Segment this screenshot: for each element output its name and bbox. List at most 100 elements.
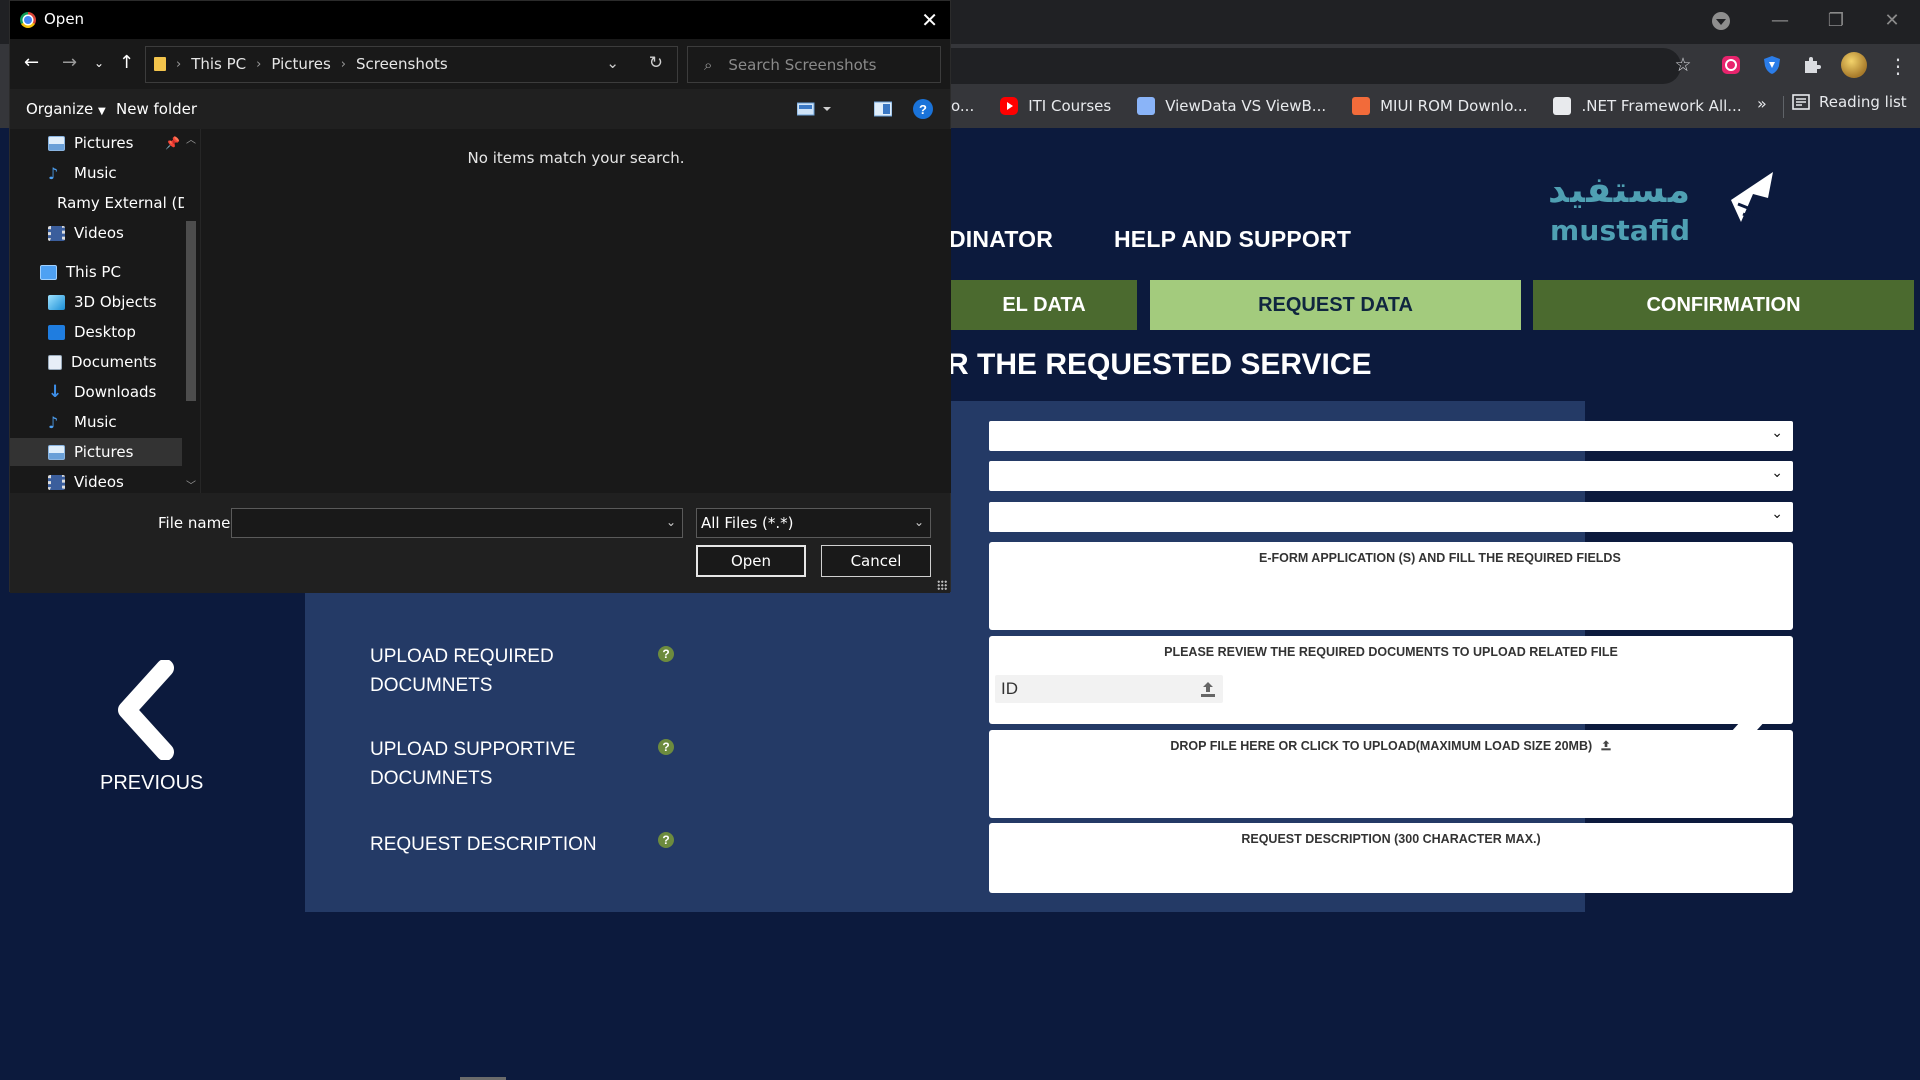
bookmark-item[interactable]: .NET Framework All... (1553, 97, 1742, 115)
tree-scrollbar[interactable]: ︿ ﹀ (184, 129, 200, 493)
nav-coordinator[interactable]: DINATOR (949, 226, 1053, 253)
bookmark-item[interactable]: ViewData VS ViewB... (1137, 97, 1326, 115)
tab-search-icon[interactable] (1712, 12, 1730, 30)
pin-icon[interactable]: 📌 (165, 136, 180, 150)
tree-item-external-drive[interactable]: Ramy External (D (10, 189, 189, 217)
service-select-2[interactable]: ⌄ (989, 461, 1793, 491)
service-select-1[interactable]: ⌄ (989, 421, 1793, 451)
tree-item-downloads[interactable]: ↓ Downloads (10, 378, 182, 406)
file-name-label: File name: (158, 514, 236, 532)
extension-screen-recorder-icon[interactable] (1720, 54, 1742, 76)
recent-locations-chevron-icon[interactable]: ⌄ (94, 56, 104, 70)
step-confirmation[interactable]: CONFIRMATION (1533, 280, 1914, 330)
chevron-down-icon: ⌄ (1771, 425, 1783, 441)
bookmark-item[interactable]: o... (951, 97, 974, 115)
upload-id-chip[interactable]: ID (995, 675, 1223, 703)
address-dropdown-chevron-icon[interactable]: ⌄ (606, 54, 619, 72)
dialog-help-icon[interactable]: ? (913, 99, 933, 119)
extension-shield-icon[interactable] (1761, 54, 1783, 76)
eform-box[interactable]: E-FORM APPLICATION (S) AND FILL THE REQU… (989, 542, 1793, 630)
previous-button[interactable]: PREVIOUS (100, 772, 203, 795)
filter-value: All Files (*.*) (701, 514, 794, 532)
crumb-this-pc[interactable]: This PC (191, 55, 246, 73)
bookmark-item[interactable]: ITI Courses (1000, 97, 1111, 115)
upload-supportive-caption: DROP FILE HERE OR CLICK TO UPLOAD(MAXIMU… (989, 739, 1793, 753)
next-arrow-icon[interactable] (1705, 660, 1785, 760)
file-list[interactable]: No items match your search. (200, 129, 951, 493)
request-description-placeholder: REQUEST DESCRIPTION (300 CHARACTER MAX.) (1241, 832, 1541, 846)
bookmarks-bar: o... ITI Courses ViewData VS ViewB... MI… (951, 90, 1742, 122)
restore-button[interactable]: ❐ (1808, 0, 1864, 40)
crumb-pictures[interactable]: Pictures (271, 55, 330, 73)
chevron-down-icon[interactable]: ⌄ (666, 515, 676, 529)
tree-label: Desktop (74, 323, 136, 341)
tree-item-3d-objects[interactable]: 3D Objects (10, 288, 182, 316)
scroll-thumb[interactable] (186, 221, 196, 401)
bookmark-star-icon[interactable]: ☆ (1672, 54, 1694, 76)
change-view-icon[interactable] (796, 101, 833, 121)
browser-menu-icon[interactable]: ⋮ (1888, 54, 1908, 78)
up-arrow-icon[interactable]: ↑ (119, 52, 134, 73)
dialog-search-box[interactable]: ⌕ (687, 46, 941, 83)
address-bar[interactable] (951, 48, 1681, 84)
crumb-screenshots[interactable]: Screenshots (356, 55, 448, 73)
step-request-data[interactable]: REQUEST DATA (1150, 280, 1521, 330)
request-description-textarea[interactable]: REQUEST DESCRIPTION (300 CHARACTER MAX.) (989, 823, 1793, 893)
tree-item-this-pc[interactable]: This PC (10, 258, 182, 286)
close-icon[interactable]: ✕ (921, 8, 938, 32)
reading-list-button[interactable]: Reading list (1792, 93, 1907, 111)
tree-item-documents[interactable]: Documents (10, 348, 182, 376)
crumb-separator: › (256, 56, 262, 72)
scroll-down-icon[interactable]: ﹀ (186, 477, 196, 492)
resize-grip-icon[interactable] (937, 580, 947, 590)
tree-label: Documents (71, 353, 157, 371)
mustafid-logo: مستفيد mustafid (1548, 164, 1808, 248)
downloads-icon: ↓ (48, 381, 63, 402)
new-folder-button[interactable]: New folder (116, 100, 197, 118)
tree-item-pictures-selected[interactable]: Pictures (10, 438, 182, 466)
tree-item-desktop[interactable]: Desktop (10, 318, 182, 346)
forward-arrow-icon[interactable]: → (62, 52, 77, 73)
search-icon: ⌕ (704, 55, 713, 74)
nav-help-and-support[interactable]: HELP AND SUPPORT (1114, 226, 1351, 253)
help-icon[interactable]: ? (658, 832, 674, 848)
chip-label: ID (1001, 679, 1018, 698)
file-name-input[interactable]: ⌄ (231, 508, 683, 538)
preview-pane-icon[interactable] (873, 101, 893, 121)
organize-menu[interactable]: Organize ▼ (26, 100, 106, 118)
minimize-button[interactable]: — (1752, 0, 1808, 40)
close-window-button[interactable]: ✕ (1864, 0, 1920, 40)
bookmarks-overflow-button[interactable]: » (1757, 94, 1767, 113)
scroll-up-icon[interactable]: ︿ (186, 131, 196, 146)
open-button[interactable]: Open (696, 545, 806, 577)
extensions-puzzle-icon[interactable] (1801, 54, 1823, 76)
path-breadcrumb[interactable]: › This PC › Pictures › Screenshots ⌄ ↻ (145, 46, 678, 83)
tree-item-videos-2[interactable]: Videos (10, 468, 182, 493)
dialog-footer: File name: ⌄ All Files (*.*) ⌄ Open Canc… (10, 493, 950, 593)
tree-item-pictures[interactable]: Pictures 📌 (10, 129, 182, 157)
service-select-3[interactable]: ⌄ (989, 502, 1793, 532)
tree-item-music[interactable]: ♪ Music (10, 159, 182, 187)
previous-arrow-icon[interactable] (105, 660, 185, 760)
dialog-title: Open (44, 10, 85, 28)
back-arrow-icon[interactable]: ← (24, 52, 39, 73)
tree-item-music-2[interactable]: ♪ Music (10, 408, 182, 436)
tree-label: Videos (74, 224, 124, 242)
label-line: UPLOAD REQUIRED (370, 646, 554, 667)
file-type-filter[interactable]: All Files (*.*) ⌄ (696, 508, 931, 538)
bookmarks-divider (1783, 96, 1784, 118)
next-button[interactable]: Next (1724, 772, 1765, 795)
step-channel-data[interactable]: EL DATA (951, 280, 1137, 330)
upload-icon (1201, 682, 1215, 697)
help-icon[interactable]: ? (658, 739, 674, 755)
upload-required-label: UPLOAD REQUIRED DOCUMNETS (370, 642, 554, 700)
bookmark-item[interactable]: MIUI ROM Downlo... (1352, 97, 1527, 115)
refresh-icon[interactable]: ↻ (649, 53, 663, 73)
dialog-search-input[interactable] (728, 55, 919, 74)
dialog-titlebar: Open ✕ (10, 1, 950, 39)
profile-avatar[interactable] (1841, 52, 1867, 78)
upload-supportive-dropzone[interactable]: DROP FILE HERE OR CLICK TO UPLOAD(MAXIMU… (989, 730, 1793, 818)
tree-item-videos[interactable]: Videos (10, 219, 182, 247)
cancel-button[interactable]: Cancel (821, 545, 931, 577)
help-icon[interactable]: ? (658, 646, 674, 662)
